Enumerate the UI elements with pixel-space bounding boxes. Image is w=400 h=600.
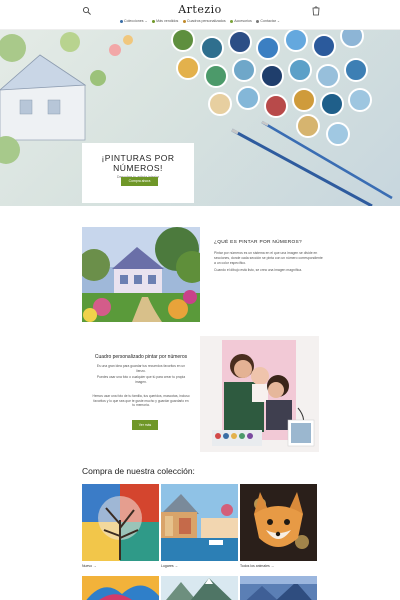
star-icon: [152, 19, 156, 23]
collection-card-row2-3-image[interactable]: [240, 576, 317, 600]
palette-icon: [120, 19, 123, 23]
shop-now-button[interactable]: Compra ahora: [121, 177, 158, 186]
nav-label: Contactar: [260, 19, 276, 23]
card-label-text: Lugares: [161, 564, 174, 568]
nav-label: Accesorios: [234, 19, 252, 23]
collection-card-nuevo-label[interactable]: Nuevo →: [82, 564, 97, 568]
image-icon: [182, 19, 186, 23]
custom-portrait-paragraph-2: Puedes usar una foto o cualquier que tú …: [96, 375, 186, 384]
que-es-paragraph-2: Cuando el dibujo está listo, se crea una…: [214, 268, 303, 272]
card-label-text: Todos los animales: [240, 564, 270, 568]
nav-item-contactar[interactable]: Contactar ⌄: [256, 19, 280, 23]
hero-paint-pots-image: [0, 30, 393, 206]
nav-item-cuadros-personalizados[interactable]: Cuadros personalizados: [182, 19, 226, 23]
hero-card: ¡PINTURAS POR NÚMEROS! Descubre tu artis…: [82, 143, 194, 203]
collection-card-animales-image[interactable]: [240, 484, 317, 561]
search-icon[interactable]: [82, 6, 92, 16]
collection-card-lugares-image[interactable]: [161, 484, 238, 561]
custom-portrait-section: Cuadro personalizado pintar por números …: [82, 336, 200, 452]
card-label-text: Nuevo: [82, 564, 93, 568]
custom-portrait-paragraph-3: Hemos usar una foto de tu familia, tus q…: [92, 394, 190, 408]
cart-icon[interactable]: [311, 5, 321, 16]
que-es-title: ¿QUÉ ES PINTAR POR NÚMEROS?: [214, 240, 302, 245]
que-es-paragraph-1: Pintar por números es un sistema en el q…: [214, 251, 323, 265]
nav-item-mas-vendidos[interactable]: Más vendidos: [152, 19, 178, 23]
collection-card-nuevo-image[interactable]: [82, 484, 159, 561]
mail-icon: [256, 19, 260, 23]
custom-portrait-paragraph-1: Es una gran idea para guardar tus recuer…: [96, 364, 186, 373]
nav-label: Cuadros personalizados: [186, 19, 226, 23]
nav-item-colecciones[interactable]: Colecciones ⌄: [120, 19, 148, 23]
collection-title: Compra de nuestra colección:: [82, 466, 195, 476]
hero-title: ¡PINTURAS POR NÚMEROS!: [101, 153, 175, 173]
collection-card-animales-label[interactable]: Todos los animales →: [240, 564, 274, 568]
site-header: Artezio Colecciones ⌄ Más vendidos Cuadr…: [0, 0, 400, 30]
see-more-button[interactable]: Ver más: [132, 420, 158, 430]
arrow-right-icon: →: [93, 564, 97, 568]
nav-label: Más vendidos: [156, 19, 179, 23]
hero-banner: ¡PINTURAS POR NÚMEROS! Descubre tu artis…: [0, 30, 400, 206]
arrow-right-icon: →: [174, 564, 179, 568]
arrow-right-icon: →: [270, 564, 275, 568]
nav-label: Colecciones: [124, 19, 144, 23]
nav-item-accesorios[interactable]: Accesorios: [230, 19, 252, 23]
chevron-down-icon: ⌄: [144, 19, 148, 23]
collection-card-lugares-label[interactable]: Lugares →: [161, 564, 178, 568]
family-portrait-canvas-image: [200, 336, 319, 452]
main-nav: Colecciones ⌄ Más vendidos Cuadros perso…: [120, 17, 280, 25]
collection-card-row2-2-image[interactable]: [161, 576, 238, 600]
painted-house-image: [82, 227, 200, 322]
custom-portrait-title: Cuadro personalizado pintar por números: [94, 354, 188, 360]
brush-icon: [230, 19, 234, 23]
chevron-down-icon: ⌄: [276, 19, 280, 23]
site-logo[interactable]: Artezio: [160, 3, 240, 16]
collection-card-row2-1-image[interactable]: [82, 576, 159, 600]
que-es-section: ¿QUÉ ES PINTAR POR NÚMEROS? Pintar por n…: [214, 240, 324, 275]
